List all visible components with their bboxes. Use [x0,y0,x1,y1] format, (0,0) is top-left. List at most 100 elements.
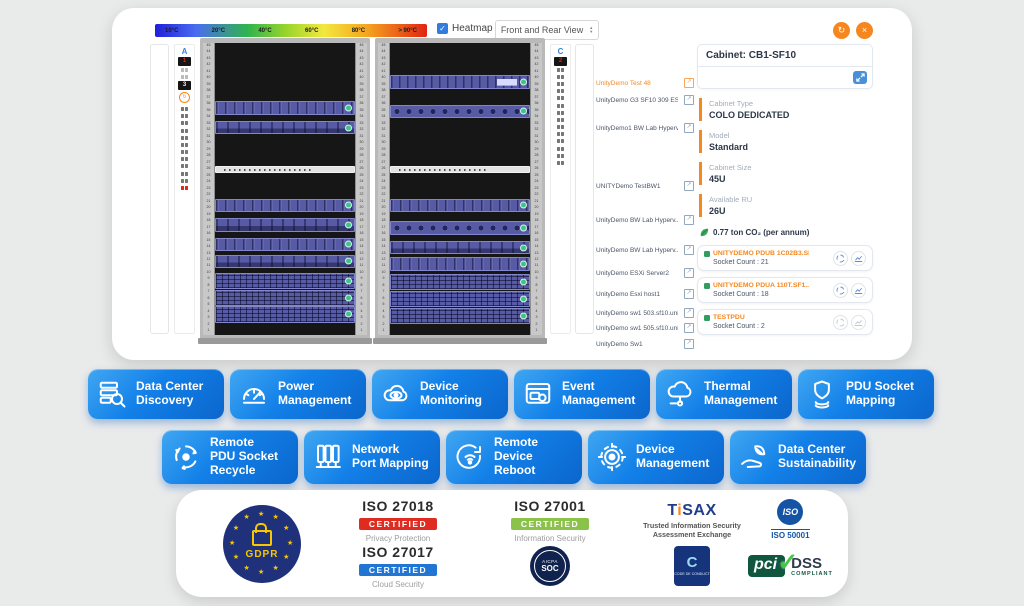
device-list-item[interactable]: UnityDemo sw1 505.sf10.uni..↗ [596,323,694,333]
pdu-strip-a[interactable]: A13↻ [174,44,195,334]
device-list-item[interactable]: UnityDemo BW Lab Hyperv..↗ [596,245,694,255]
heatmap-toggle[interactable]: ✓ Heatmap [437,23,493,34]
rack-server[interactable] [215,218,355,231]
rack-server[interactable] [390,257,530,270]
pdu-recycle-button[interactable] [833,315,848,330]
blanking-panel-left [150,44,169,334]
pdu-outlet[interactable] [181,143,188,147]
pdu-outlet[interactable] [181,186,188,190]
pdu-outlet[interactable] [181,121,188,125]
rack-server[interactable] [390,105,530,118]
rack-server[interactable] [390,199,530,212]
device-list-item[interactable]: UNITYDemo TestBW1↗ [596,181,694,191]
rack-switch[interactable] [215,166,355,173]
pdu-recycle-button[interactable] [833,251,848,266]
pdu-outlet[interactable] [557,147,564,151]
open-device-icon[interactable]: ↗ [684,323,694,333]
feature-button-data-center-sustainability[interactable]: Data CenterSustainability [730,430,866,484]
device-list-item[interactable]: UnityDemo Sw1↗ [596,339,694,349]
pdu-outlet[interactable] [181,129,188,133]
device-list-item[interactable]: UnityDemo1 BW Lab Hyperv..↗ [596,123,694,133]
heatmap-checkbox-icon[interactable]: ✓ [437,23,448,34]
rack-server[interactable] [390,75,530,88]
device-list-item[interactable]: UnityDemo Test 48↗ [596,78,694,88]
rack-server[interactable] [215,273,355,289]
pdu-outlet[interactable] [557,75,564,79]
feature-button-device-management[interactable]: DeviceManagement [588,430,724,484]
open-device-icon[interactable]: ↗ [684,215,694,225]
pdu-outlet[interactable] [557,161,564,165]
rack-switch[interactable] [390,166,530,173]
eu-star-icon: ★ [273,514,279,521]
open-device-icon[interactable]: ↗ [684,181,694,191]
pdu-outlet[interactable] [181,150,188,154]
cabinet-search-input[interactable] [698,67,872,88]
refresh-button[interactable]: ↻ [833,22,850,39]
pdu-outlet[interactable] [557,104,564,108]
pdu-outlet[interactable] [181,179,188,183]
pdu-outlet[interactable] [181,107,188,111]
rack-server[interactable] [390,274,530,290]
feature-button-pdu-socket-mapping[interactable]: PDU SocketMapping [798,369,934,419]
pdu-chart-button[interactable] [851,315,866,330]
feature-button-data-center-discovery[interactable]: Data CenterDiscovery [88,369,224,419]
open-device-icon[interactable]: ↗ [684,78,694,88]
pdu-outlet[interactable] [557,111,564,115]
pdu-card[interactable]: TESTPDUSocket Count : 2 [697,309,873,335]
pdu-outlet[interactable] [557,139,564,143]
pdu-alert-marker[interactable]: ↻ [179,92,190,103]
rack-server[interactable] [215,101,355,114]
pdu-strip-c[interactable]: C2 [550,44,571,334]
pdu-outlet[interactable] [557,82,564,86]
pdu-outlet[interactable] [181,172,188,176]
feature-button-remote-device-reboot[interactable]: RemoteDeviceReboot [446,430,582,484]
rack-server[interactable] [390,241,530,254]
open-device-icon[interactable]: ↗ [684,95,694,105]
rack-server[interactable] [215,306,355,322]
pdu-outlet[interactable] [557,132,564,136]
device-list-item[interactable]: UnityDemo sw1 503.sf10.uni..↗ [596,308,694,318]
feature-button-device-monitoring[interactable]: DeviceMonitoring [372,369,508,419]
device-list-item[interactable]: UnityDemo G3 SF10 309 ES..↗ [596,95,694,105]
feature-button-thermal-management[interactable]: ThermalManagement [656,369,792,419]
feature-button-remote-pdu-socket-recycle[interactable]: RemotePDU SocketRecycle [162,430,298,484]
open-device-icon[interactable]: ↗ [684,308,694,318]
expand-icon[interactable] [853,71,867,84]
pdu-chart-button[interactable] [851,283,866,298]
rack-server[interactable] [390,221,530,234]
feature-button-event-management[interactable]: EventManagement [514,369,650,419]
pdu-outlet[interactable] [181,157,188,161]
rack-server[interactable] [215,290,355,306]
open-device-icon[interactable]: ↗ [684,245,694,255]
device-list-item[interactable]: UnityDemo ESXi Server2↗ [596,268,694,278]
rack-server[interactable] [390,291,530,307]
pdu-outlet[interactable] [557,125,564,129]
pdu-card[interactable]: UNITYDEMO PDUB 1C02B3.SF9Socket Count : … [697,245,873,271]
device-list-item[interactable]: UnityDemo Esxi host1↗ [596,289,694,299]
pdu-outlet[interactable] [181,164,188,168]
pdu-outlet[interactable] [557,118,564,122]
open-device-icon[interactable]: ↗ [684,339,694,349]
pdu-outlet[interactable] [181,136,188,140]
pdu-chart-button[interactable] [851,251,866,266]
rack-server[interactable] [215,121,355,134]
pdu-recycle-button[interactable] [833,283,848,298]
open-device-icon[interactable]: ↗ [684,123,694,133]
pdu-card[interactable]: UNITYDEMO PDUA 110T.SF1...Socket Count :… [697,277,873,303]
pdu-outlet[interactable] [557,96,564,100]
pdu-outlet[interactable] [557,68,564,72]
open-device-icon[interactable]: ↗ [684,289,694,299]
rack-server[interactable] [215,199,355,212]
device-list-item[interactable]: UnityDemo BW Lab Hyperv..↗ [596,215,694,225]
pdu-outlet[interactable] [557,154,564,158]
view-selector-dropdown[interactable]: Front and Rear View ▲▼ [495,20,599,40]
feature-button-network-port-mapping[interactable]: NetworkPort Mapping [304,430,440,484]
pdu-outlet[interactable] [181,114,188,118]
rack-server[interactable] [215,255,355,268]
rack-server[interactable] [215,238,355,251]
rack-server[interactable] [390,308,530,324]
feature-button-power-management[interactable]: PowerManagement [230,369,366,419]
close-button[interactable]: × [856,22,873,39]
open-device-icon[interactable]: ↗ [684,268,694,278]
pdu-outlet[interactable] [557,89,564,93]
